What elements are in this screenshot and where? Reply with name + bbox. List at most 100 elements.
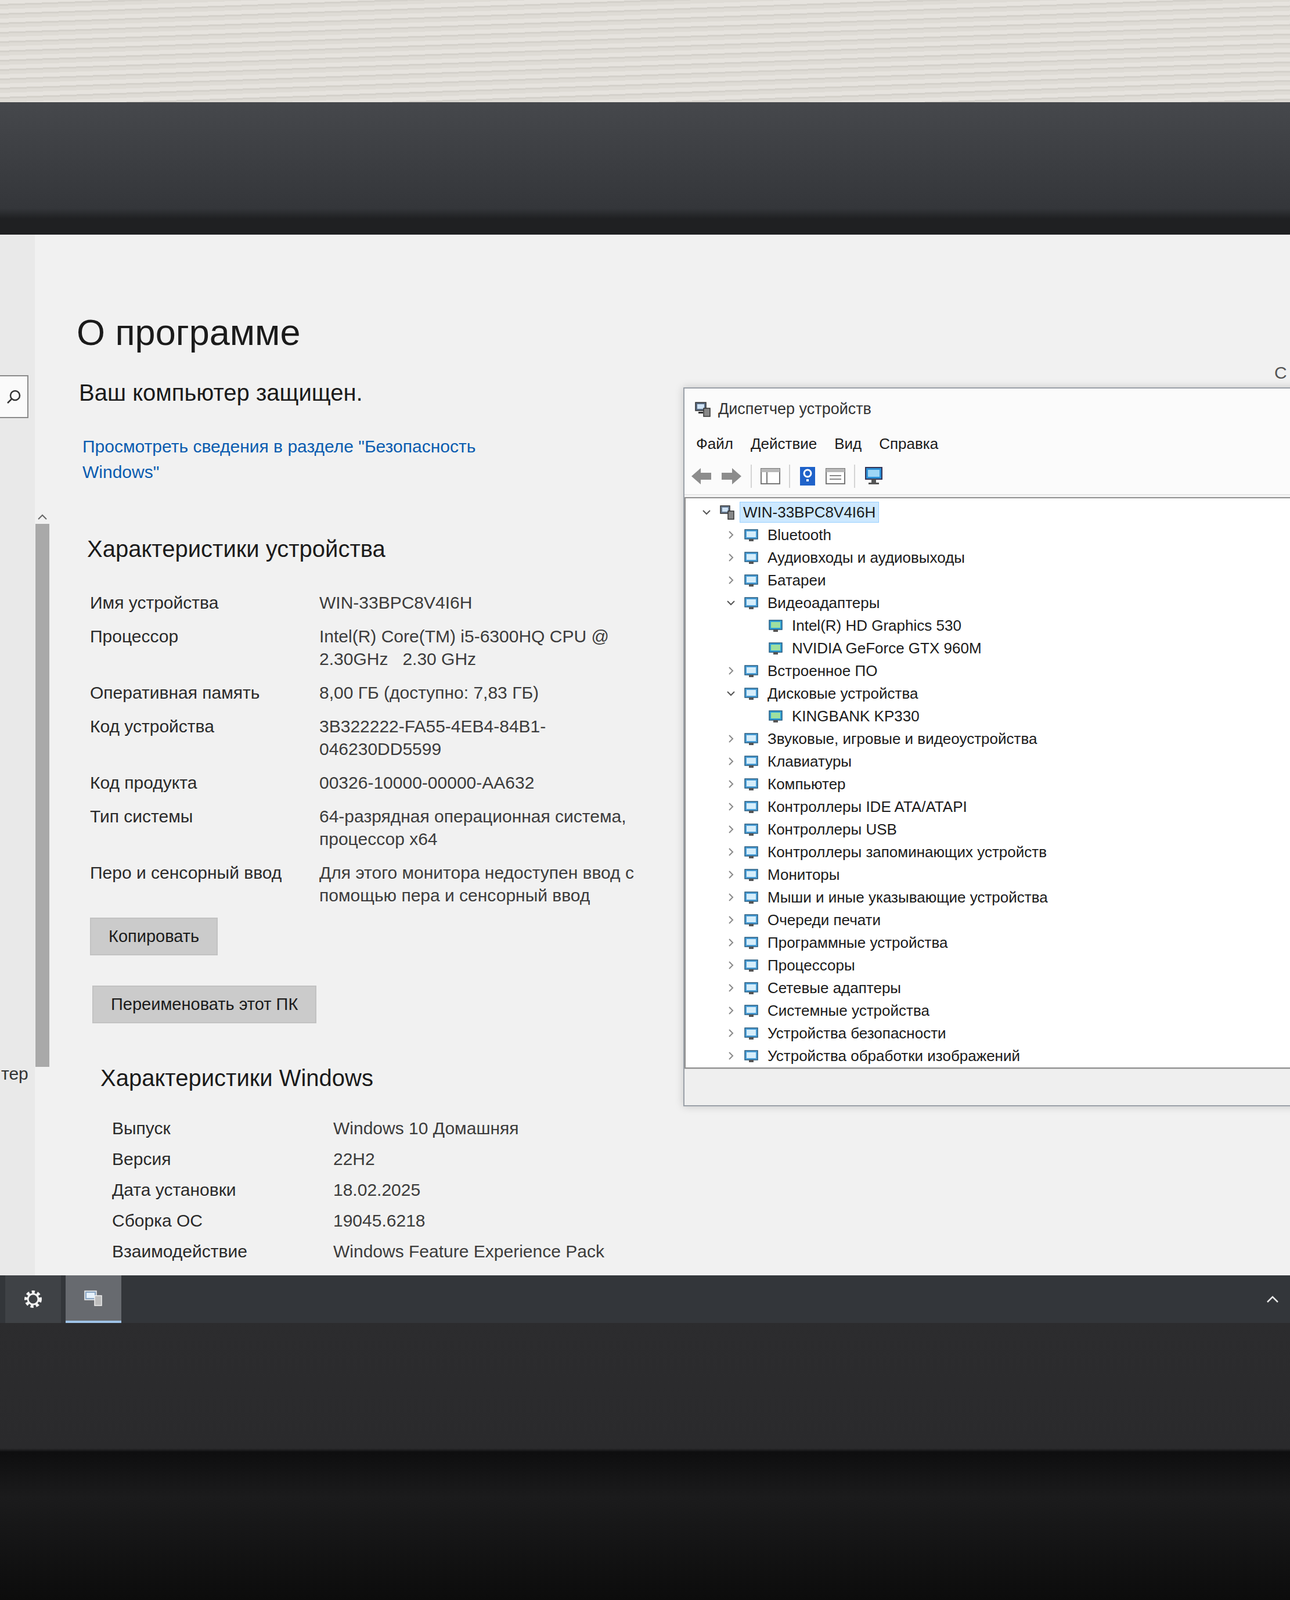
tree-row[interactable]: Устройства безопасности (685, 1021, 1290, 1044)
expander[interactable] (724, 822, 738, 836)
console-tree-icon (759, 466, 781, 486)
tree-label[interactable]: Батареи (764, 569, 830, 591)
tree-label[interactable]: Процессоры (764, 954, 859, 976)
expander[interactable] (724, 754, 738, 768)
tree-row[interactable]: KINGBANK KP330 (685, 704, 1290, 727)
tree-row[interactable]: Устройства обработки изображений (685, 1043, 1290, 1067)
tree-label[interactable]: Встроенное ПО (764, 660, 881, 681)
spec-row: Сборка ОС19045.6218 (112, 1209, 1290, 1232)
scroll-thumb[interactable] (35, 523, 50, 1067)
expander[interactable] (724, 890, 738, 904)
tree-label[interactable]: Устройства обработки изображений (764, 1045, 1024, 1066)
tree-row[interactable]: Батареи (685, 568, 1290, 592)
collapsed-chevron-icon (726, 779, 736, 789)
tree-label[interactable]: Видеоадаптеры (764, 592, 884, 614)
rename-button[interactable]: Переименовать этот ПК (92, 985, 317, 1023)
tree-label[interactable]: Устройства безопасности (764, 1022, 950, 1044)
tree-label[interactable]: Контроллеры запоминающих устройств (764, 841, 1051, 863)
expander[interactable] (724, 845, 738, 859)
expander[interactable] (724, 1003, 738, 1017)
scrollbar[interactable] (34, 234, 50, 1275)
tree-row[interactable]: Intel(R) HD Graphics 530 (685, 613, 1290, 637)
device-category-icon (743, 594, 760, 611)
tree-label[interactable]: Bluetooth (764, 524, 835, 546)
tree-row[interactable]: Дисковые устройства (685, 681, 1290, 705)
tree-label[interactable]: Аудиовходы и аудиовыходы (764, 546, 969, 568)
expander[interactable] (724, 1049, 738, 1062)
expander[interactable] (724, 935, 738, 949)
tree-label[interactable]: Сетевые адаптеры (764, 977, 905, 998)
tree-row[interactable]: Мыши и иные указывающие устройства (685, 885, 1290, 908)
expander[interactable] (724, 573, 738, 587)
sidebar-item[interactable]: тер (0, 1062, 35, 1085)
tree-row[interactable]: Контроллеры USB (685, 817, 1290, 841)
device-category-icon (743, 820, 760, 838)
tray-toggle[interactable] (1255, 1274, 1290, 1323)
expander[interactable] (724, 664, 738, 677)
expander[interactable] (724, 913, 738, 926)
tree-row[interactable]: Процессоры (685, 953, 1290, 976)
tree-label[interactable]: Мыши и иные указывающие устройства (764, 886, 1052, 908)
tree-row[interactable]: Контроллеры запоминающих устройств (685, 840, 1290, 863)
expander[interactable] (724, 528, 738, 542)
tree-row[interactable]: Компьютер (685, 772, 1290, 795)
tree-label[interactable]: Intel(R) HD Graphics 530 (788, 614, 965, 636)
security-link[interactable]: Просмотреть сведения в разделе "Безопасн… (82, 433, 501, 485)
expander[interactable] (724, 777, 738, 791)
tree-row[interactable]: Программные устройства (685, 930, 1290, 954)
tree-row[interactable]: NVIDIA GeForce GTX 960M (685, 636, 1290, 659)
copy-button[interactable]: Копировать (89, 917, 218, 956)
tree-label[interactable]: Дисковые устройства (764, 682, 922, 704)
menu-item[interactable]: Вид (834, 434, 862, 453)
menu-item[interactable]: Действие (750, 434, 817, 453)
search-box[interactable] (0, 375, 29, 419)
tree-label[interactable]: Контроллеры IDE ATA/ATAPI (764, 795, 971, 817)
expander[interactable] (724, 1026, 738, 1040)
tree-row[interactable]: Системные устройства (685, 998, 1290, 1022)
expander[interactable] (724, 958, 738, 972)
tree-row[interactable]: Очереди печати (685, 907, 1290, 931)
expander[interactable] (724, 800, 738, 813)
tree-label[interactable]: Компьютер (764, 773, 850, 795)
expander[interactable] (724, 686, 738, 700)
tree-row[interactable]: Клавиатуры (685, 749, 1290, 773)
expander[interactable] (700, 505, 713, 519)
tree-label[interactable]: KINGBANK KP330 (788, 705, 924, 727)
expander[interactable] (724, 867, 738, 881)
device-category-icon (743, 685, 760, 702)
device-category-icon (743, 979, 760, 996)
menu-item[interactable]: Файл (696, 434, 734, 453)
tree-label[interactable]: Системные устройства (764, 999, 933, 1021)
taskbar-button[interactable] (65, 1274, 122, 1323)
tree-row[interactable]: Мониторы (685, 862, 1290, 886)
spec-value: 18.02.2025 (333, 1178, 670, 1201)
expander[interactable] (724, 981, 738, 994)
tree-row[interactable]: Встроенное ПО (685, 658, 1290, 682)
related-settings-heading: С (1274, 362, 1288, 384)
tree-row[interactable]: Звуковые, игровые и видеоустройства (685, 726, 1290, 750)
spec-label: Версия (112, 1147, 334, 1170)
tree-row[interactable]: Сетевые адаптеры (685, 975, 1290, 999)
tree-row[interactable]: Контроллеры IDE ATA/ATAPI (685, 794, 1290, 818)
tree-label[interactable]: Контроллеры USB (764, 818, 901, 840)
tree-row[interactable]: Bluetooth (685, 523, 1290, 546)
tree-row[interactable]: Аудиовходы и аудиовыходы (685, 545, 1290, 569)
taskbar-button[interactable] (5, 1274, 61, 1323)
tree-row[interactable]: WIN-33BPC8V4I6H (685, 500, 1290, 524)
expander[interactable] (724, 732, 738, 745)
tree-label[interactable]: Клавиатуры (764, 750, 856, 772)
tree-label[interactable]: NVIDIA GeForce GTX 960M (788, 637, 986, 659)
menu-item[interactable]: Справка (878, 434, 939, 453)
spec-label: Оперативная память (89, 680, 320, 704)
expander[interactable] (724, 550, 738, 564)
search-icon (6, 388, 22, 405)
screen: терО программеВаш компьютер защищен.Прос… (0, 234, 1290, 1275)
tree-label[interactable]: Мониторы (764, 863, 844, 885)
tree-label[interactable]: Звуковые, игровые и видеоустройства (764, 728, 1041, 749)
expander (748, 709, 762, 723)
tree-label[interactable]: Программные устройства (764, 931, 951, 953)
tree-label[interactable]: Очереди печати (764, 909, 885, 931)
tree-label[interactable]: WIN-33BPC8V4I6H (739, 501, 879, 523)
tree-row[interactable]: Видеоадаптеры (685, 591, 1290, 614)
expander[interactable] (724, 596, 738, 610)
